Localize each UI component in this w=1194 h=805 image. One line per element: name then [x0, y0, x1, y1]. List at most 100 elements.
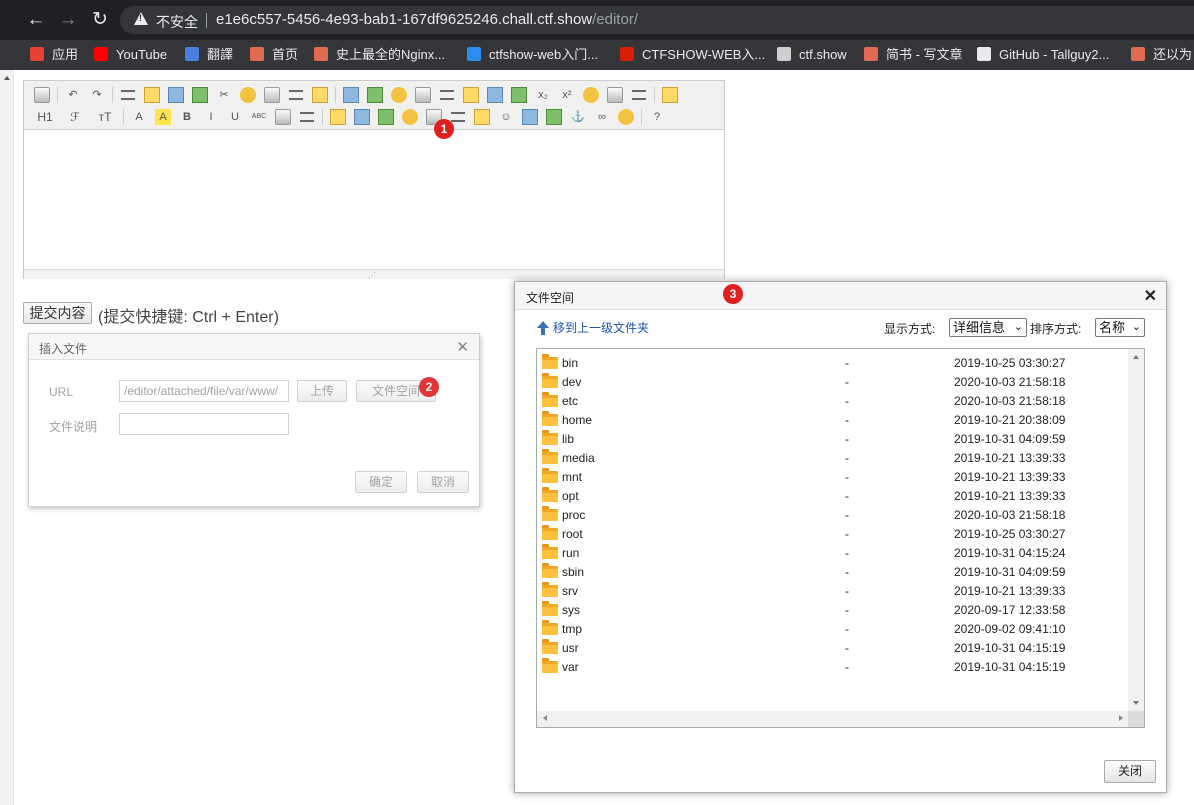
resize-handle-icon[interactable]: ⋰ [368, 271, 376, 280]
close-icon[interactable]: ✕ [456, 338, 469, 356]
bookmark-7[interactable]: ctf.show [777, 46, 847, 64]
file-row-usr[interactable]: usr - 2019-10-31 04:15:19 [537, 639, 1127, 658]
align-justify-icon[interactable] [415, 87, 431, 103]
file-row-lib[interactable]: lib - 2019-10-31 04:09:59 [537, 430, 1127, 449]
pagebreak-icon[interactable] [546, 109, 562, 125]
horizontal-scrollbar[interactable] [537, 711, 1129, 727]
bookmark-4[interactable]: 史上最全的Nginx... [314, 46, 445, 64]
file-name[interactable]: sbin [562, 563, 584, 582]
bookmark-8[interactable]: 简书 - 写文章 [864, 46, 963, 64]
file-name[interactable]: usr [562, 639, 579, 658]
media-icon[interactable] [402, 109, 418, 125]
upload-button[interactable]: 上传 [297, 380, 347, 402]
template-icon[interactable] [168, 87, 184, 103]
emoticon-icon[interactable]: ☺ [498, 109, 514, 125]
file-name[interactable]: etc [562, 392, 578, 411]
clear-format-icon[interactable] [583, 87, 599, 103]
file-row-etc[interactable]: etc - 2020-10-03 21:58:18 [537, 392, 1127, 411]
font-size-dropdown[interactable]: ᴛT [94, 109, 116, 125]
bookmark-6[interactable]: CTFSHOW-WEB入... [620, 46, 765, 64]
horizontal-rule-icon[interactable] [474, 109, 490, 125]
file-row-bin[interactable]: bin - 2019-10-25 03:30:27 [537, 354, 1127, 373]
file-name[interactable]: dev [562, 373, 581, 392]
file-name[interactable]: srv [562, 582, 578, 601]
parent-folder-link[interactable]: 移到上一级文件夹 [537, 319, 649, 336]
file-row-media[interactable]: media - 2019-10-21 13:39:33 [537, 449, 1127, 468]
file-row-run[interactable]: run - 2019-10-31 04:15:24 [537, 544, 1127, 563]
align-left-icon[interactable] [343, 87, 359, 103]
vertical-scrollbar[interactable] [1128, 349, 1144, 711]
fullscreen-icon[interactable] [662, 87, 678, 103]
help-icon[interactable]: ? [649, 109, 665, 125]
scroll-up-icon[interactable] [1133, 355, 1139, 359]
file-row-dev[interactable]: dev - 2020-10-03 21:58:18 [537, 373, 1127, 392]
quick-format-icon[interactable] [632, 90, 646, 100]
file-row-var[interactable]: var - 2019-10-31 04:15:19 [537, 658, 1127, 677]
file-row-mnt[interactable]: mnt - 2019-10-21 13:39:33 [537, 468, 1127, 487]
page-scrollbar[interactable] [0, 70, 14, 805]
bookmark-2[interactable]: 翻譯 [185, 46, 233, 64]
file-row-opt[interactable]: opt - 2019-10-21 13:39:33 [537, 487, 1127, 506]
file-row-home[interactable]: home - 2019-10-21 20:38:09 [537, 411, 1127, 430]
bookmark-9[interactable]: GitHub - Tallguy2... [977, 46, 1109, 64]
forward-arrow-icon[interactable]: → [56, 8, 80, 32]
file-name[interactable]: root [562, 525, 583, 544]
redo-icon[interactable]: ↷ [89, 87, 105, 103]
outdent-icon[interactable] [511, 87, 527, 103]
submit-button[interactable]: 提交内容 [23, 302, 92, 324]
close-button[interactable]: 关闭 [1104, 760, 1156, 783]
source-icon[interactable] [34, 87, 50, 103]
code-icon[interactable] [192, 87, 208, 103]
undo-icon[interactable]: ↶ [65, 87, 81, 103]
file-row-sys[interactable]: sys - 2020-09-17 12:33:58 [537, 601, 1127, 620]
font-color-icon[interactable]: A [131, 109, 147, 125]
file-name[interactable]: lib [562, 430, 574, 449]
superscript-icon[interactable]: x² [559, 87, 575, 103]
file-name[interactable]: run [562, 544, 579, 563]
link-icon[interactable]: ∞ [594, 109, 610, 125]
scroll-up-icon[interactable] [4, 76, 10, 80]
subscript-icon[interactable]: x₂ [535, 87, 551, 103]
back-arrow-icon[interactable]: ← [24, 8, 48, 32]
line-height-icon[interactable] [275, 109, 291, 125]
display-mode-select[interactable]: 详细信息 ⌄ [949, 318, 1027, 337]
description-input[interactable] [119, 413, 289, 435]
paste-icon[interactable] [264, 87, 280, 103]
heading-dropdown[interactable]: H1 [34, 109, 56, 125]
file-name[interactable]: opt [562, 487, 579, 506]
align-center-icon[interactable] [367, 87, 383, 103]
file-row-tmp[interactable]: tmp - 2020-09-02 09:41:10 [537, 620, 1127, 639]
sort-select[interactable]: 名称 ⌄ [1095, 318, 1145, 337]
address-bar[interactable]: 不安全 e1e6c557-5456-4e93-bab1-167df9625246… [120, 6, 1194, 34]
eraser-icon[interactable] [300, 112, 314, 122]
align-right-icon[interactable] [391, 87, 407, 103]
scroll-down-icon[interactable] [1133, 701, 1139, 705]
file-name[interactable]: sys [562, 601, 580, 620]
multi-image-icon[interactable] [354, 109, 370, 125]
bookmark-10[interactable]: 还以为 [1131, 46, 1192, 64]
bookmark-1[interactable]: YouTube [94, 46, 167, 64]
file-name[interactable]: media [562, 449, 595, 468]
scroll-right-icon[interactable] [1119, 715, 1123, 721]
bookmark-3[interactable]: 首页 [250, 46, 298, 64]
security-label[interactable]: 不安全 [156, 12, 198, 32]
underline-icon[interactable]: U [227, 109, 243, 125]
file-row-root[interactable]: root - 2019-10-25 03:30:27 [537, 525, 1127, 544]
highlight-icon[interactable]: A [155, 109, 171, 125]
scroll-left-icon[interactable] [543, 715, 547, 721]
bold-icon[interactable]: B [179, 109, 195, 125]
file-name[interactable]: proc [562, 506, 585, 525]
unordered-list-icon[interactable] [463, 87, 479, 103]
print-icon[interactable] [144, 87, 160, 103]
image-icon[interactable] [330, 109, 346, 125]
ordered-list-icon[interactable] [440, 90, 454, 100]
bookmark-0[interactable]: 应用 [30, 46, 78, 64]
url-text[interactable]: e1e6c557-5456-4e93-bab1-167df9625246.cha… [216, 11, 638, 28]
file-name[interactable]: tmp [562, 620, 582, 639]
paste-word-icon[interactable] [312, 87, 328, 103]
indent-icon[interactable] [487, 87, 503, 103]
file-name[interactable]: mnt [562, 468, 582, 487]
url-input[interactable]: /editor/attached/file/var/www/ [119, 380, 289, 402]
file-name[interactable]: home [562, 411, 592, 430]
bookmark-5[interactable]: ctfshow-web入门... [467, 46, 598, 64]
